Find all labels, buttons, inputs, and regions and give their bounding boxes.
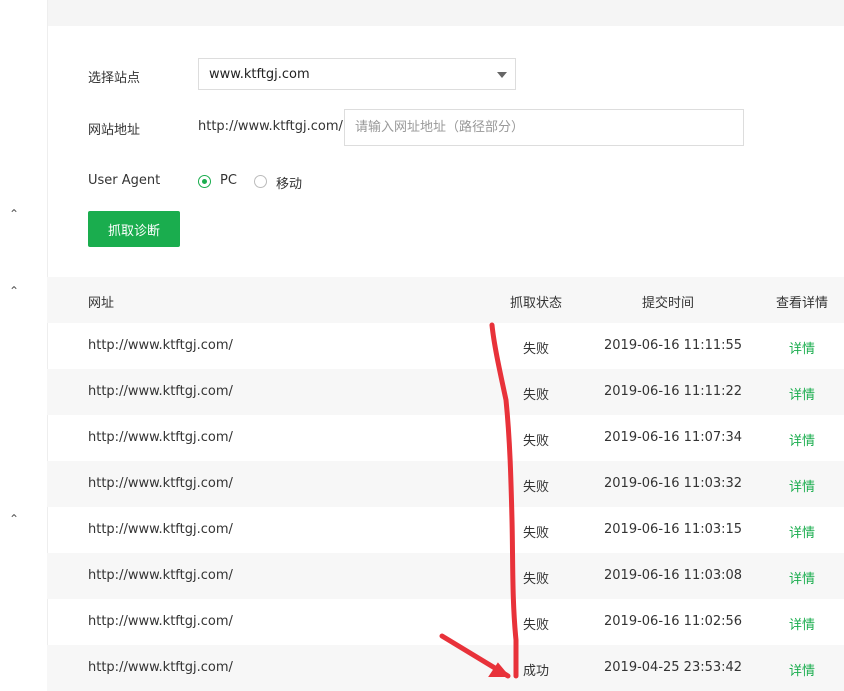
table-row: http://www.ktftgj.com/ 失败 2019-06-16 11:…	[47, 323, 844, 369]
address-label: 网站地址	[88, 123, 141, 138]
row-status: 失败	[523, 572, 550, 587]
row-detail-link[interactable]: 详情	[789, 384, 815, 403]
header-time: 提交时间	[642, 296, 695, 311]
table-row: http://www.ktftgj.com/ 成功 2019-04-25 23:…	[47, 645, 844, 691]
row-time: 2019-06-16 11:03:15	[604, 522, 743, 537]
row-url: http://www.ktftgj.com/	[88, 338, 233, 353]
row-url: http://www.ktftgj.com/	[88, 522, 233, 537]
row-detail-link[interactable]: 详情	[789, 568, 815, 587]
table-row: http://www.ktftgj.com/ 失败 2019-06-16 11:…	[47, 507, 844, 553]
row-time: 2019-06-16 11:11:55	[604, 338, 743, 353]
row-time: 2019-06-16 11:03:32	[604, 476, 743, 491]
caret-down-icon	[497, 72, 507, 78]
table-row: http://www.ktftgj.com/ 失败 2019-06-16 11:…	[47, 553, 844, 599]
row-detail-link[interactable]: 详情	[789, 476, 815, 495]
row-detail-link[interactable]: 详情	[789, 430, 815, 449]
row-url: http://www.ktftgj.com/	[88, 476, 233, 491]
site-select-value: www.ktftgj.com	[209, 67, 310, 82]
row-status: 失败	[523, 434, 550, 449]
row-time: 2019-04-25 23:53:42	[604, 660, 743, 675]
address-input[interactable]	[344, 109, 744, 146]
row-status: 失败	[523, 618, 550, 633]
header-status: 抓取状态	[510, 296, 563, 311]
row-status: 失败	[523, 526, 550, 541]
header-detail: 查看详情	[776, 296, 829, 311]
site-select[interactable]: www.ktftgj.com	[198, 58, 516, 90]
row-status: 成功	[523, 664, 550, 679]
header-url: 网址	[88, 296, 115, 311]
row-detail-link[interactable]: 详情	[789, 522, 815, 541]
chevron-up-icon[interactable]: ⌃	[7, 207, 21, 221]
table-row: http://www.ktftgj.com/ 失败 2019-06-16 11:…	[47, 369, 844, 415]
row-url: http://www.ktftgj.com/	[88, 430, 233, 445]
row-status: 失败	[523, 388, 550, 403]
row-detail-link[interactable]: 详情	[789, 614, 815, 633]
row-detail-link[interactable]: 详情	[789, 660, 815, 679]
address-prefix: http://www.ktftgj.com/	[198, 119, 343, 134]
top-band	[47, 0, 844, 26]
table-row: http://www.ktftgj.com/ 失败 2019-06-16 11:…	[47, 415, 844, 461]
ua-label: User Agent	[88, 173, 161, 188]
radio-mobile[interactable]	[254, 175, 267, 188]
row-time: 2019-06-16 11:02:56	[604, 614, 743, 629]
row-url: http://www.ktftgj.com/	[88, 660, 233, 675]
radio-mobile-label[interactable]: 移动	[276, 173, 302, 192]
row-url: http://www.ktftgj.com/	[88, 614, 233, 629]
radio-pc[interactable]	[198, 175, 211, 188]
row-status: 失败	[523, 342, 550, 357]
row-url: http://www.ktftgj.com/	[88, 568, 233, 583]
chevron-up-icon[interactable]: ⌃	[7, 284, 21, 298]
left-rail: ⌃ ⌃ ⌃	[0, 0, 48, 687]
table-row: http://www.ktftgj.com/ 失败 2019-06-16 11:…	[47, 461, 844, 507]
row-url: http://www.ktftgj.com/	[88, 384, 233, 399]
radio-pc-label[interactable]: PC	[220, 173, 237, 188]
site-label: 选择站点	[88, 71, 141, 86]
chevron-up-icon[interactable]: ⌃	[7, 512, 21, 526]
row-time: 2019-06-16 11:07:34	[604, 430, 743, 445]
table-row: http://www.ktftgj.com/ 失败 2019-06-16 11:…	[47, 599, 844, 645]
row-status: 失败	[523, 480, 550, 495]
row-detail-link[interactable]: 详情	[789, 338, 815, 357]
table-header: 网址 抓取状态 提交时间 查看详情	[47, 277, 844, 323]
row-time: 2019-06-16 11:03:08	[604, 568, 743, 583]
crawl-diagnose-button[interactable]: 抓取诊断	[88, 211, 180, 247]
row-time: 2019-06-16 11:11:22	[604, 384, 743, 399]
